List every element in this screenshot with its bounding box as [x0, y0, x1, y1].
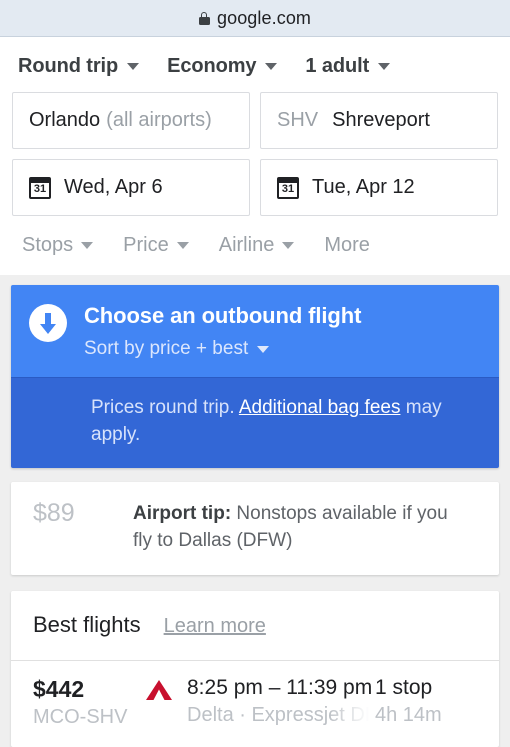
- chevron-down-icon: [378, 63, 391, 70]
- filter-price[interactable]: Price: [123, 234, 189, 257]
- outbound-banner-top: Choose an outbound flight Sort by price …: [11, 285, 499, 377]
- best-flights-title: Best flights: [33, 612, 141, 638]
- cabin-class-label: Economy: [167, 55, 257, 77]
- dates-row: 31 Wed, Apr 6 31 Tue, Apr 12: [0, 159, 510, 226]
- filter-price-label: Price: [123, 234, 169, 256]
- chevron-down-icon: [81, 242, 94, 249]
- filter-stops[interactable]: Stops: [22, 234, 94, 257]
- chevron-down-icon: [282, 242, 295, 249]
- chevron-down-icon: [176, 242, 189, 249]
- bag-fees-notice: Prices round trip. Additional bag fees m…: [11, 377, 499, 468]
- browser-url-bar[interactable]: google.com: [0, 0, 510, 37]
- best-flights-header: Best flights Learn more: [11, 591, 499, 662]
- passengers-label: 1 adult: [305, 55, 370, 77]
- calendar-icon: 31: [29, 176, 51, 199]
- passengers-dropdown[interactable]: 1 adult: [305, 55, 391, 78]
- origin-city: Orlando: [29, 109, 101, 131]
- sort-label: Sort by price + best: [84, 338, 249, 359]
- learn-more-link[interactable]: Learn more: [164, 615, 266, 638]
- flight-duration: 4h 14m: [375, 704, 442, 727]
- trip-type-dropdown[interactable]: Round trip: [18, 55, 140, 78]
- airport-tip-body: Airport tip: Nonstops available if you f…: [133, 500, 477, 555]
- airport-tip-price: $89: [33, 498, 75, 527]
- flight-airline: Delta · Expressjet DBA Delta Connection: [187, 704, 369, 727]
- depart-date-label: Wed, Apr 6: [64, 176, 163, 198]
- return-date-label: Tue, Apr 12: [312, 176, 415, 198]
- filter-more[interactable]: More: [324, 234, 370, 257]
- sort-dropdown[interactable]: Sort by price + best: [84, 338, 361, 360]
- destination-code: SHV: [277, 109, 319, 131]
- search-header: Round trip Economy 1 adult Orlando (all …: [0, 37, 510, 275]
- flight-times: 8:25 pm – 11:39 pm: [187, 676, 373, 700]
- flight-stops: 1 stop: [375, 676, 433, 700]
- calendar-icon: 31: [277, 176, 299, 199]
- additional-bag-fees-link[interactable]: Additional bag fees: [239, 397, 401, 418]
- url-text: google.com: [216, 7, 312, 28]
- chevron-down-icon: [127, 63, 140, 70]
- flight-result-row[interactable]: $442 MCO-SHV 8:25 pm – 11:39 pm Delta · …: [11, 661, 499, 747]
- download-arrow-icon: [29, 304, 67, 342]
- flight-summary-column: 1 stop 4h 14m: [369, 676, 477, 727]
- cabin-class-dropdown[interactable]: Economy: [167, 55, 278, 78]
- filter-airline-label: Airline: [218, 234, 275, 256]
- results-body: Choose an outbound flight Sort by price …: [0, 275, 510, 747]
- airport-tip-label: Airport tip:: [133, 502, 232, 524]
- destination-city: Shreveport: [332, 109, 430, 131]
- best-flights-card: Best flights Learn more $442 MCO-SHV 8:2…: [11, 591, 499, 747]
- origin-qualifier: (all airports): [106, 109, 212, 131]
- airports-row: Orlando (all airports) SHV Shreveport: [0, 92, 510, 159]
- bag-fees-prefix: Prices round trip.: [91, 397, 239, 418]
- chevron-down-icon: [265, 63, 278, 70]
- chevron-down-icon: [257, 345, 270, 353]
- trip-options-row: Round trip Economy 1 adult: [0, 37, 510, 92]
- airport-tip-card[interactable]: $89 Airport tip: Nonstops available if y…: [11, 481, 499, 576]
- destination-input[interactable]: SHV Shreveport: [260, 92, 498, 149]
- filter-stops-label: Stops: [22, 234, 74, 256]
- outbound-banner: Choose an outbound flight Sort by price …: [11, 285, 499, 468]
- return-date-input[interactable]: 31 Tue, Apr 12: [260, 159, 498, 216]
- depart-date-input[interactable]: 31 Wed, Apr 6: [12, 159, 250, 216]
- outbound-banner-title: Choose an outbound flight: [84, 303, 362, 328]
- filter-airline[interactable]: Airline: [219, 234, 295, 257]
- trip-type-label: Round trip: [18, 55, 119, 77]
- flight-detail-column: 8:25 pm – 11:39 pm Delta · Expressjet DB…: [145, 676, 373, 727]
- filter-more-label: More: [324, 234, 370, 256]
- flight-price-column: $442 MCO-SHV: [33, 676, 145, 729]
- flight-route: MCO-SHV: [33, 706, 128, 729]
- filters-row: Stops Price Airline More: [0, 226, 510, 257]
- flight-price: $442: [33, 676, 85, 703]
- lock-icon: [198, 11, 210, 25]
- origin-input[interactable]: Orlando (all airports): [12, 92, 250, 149]
- delta-logo-icon: [146, 680, 172, 701]
